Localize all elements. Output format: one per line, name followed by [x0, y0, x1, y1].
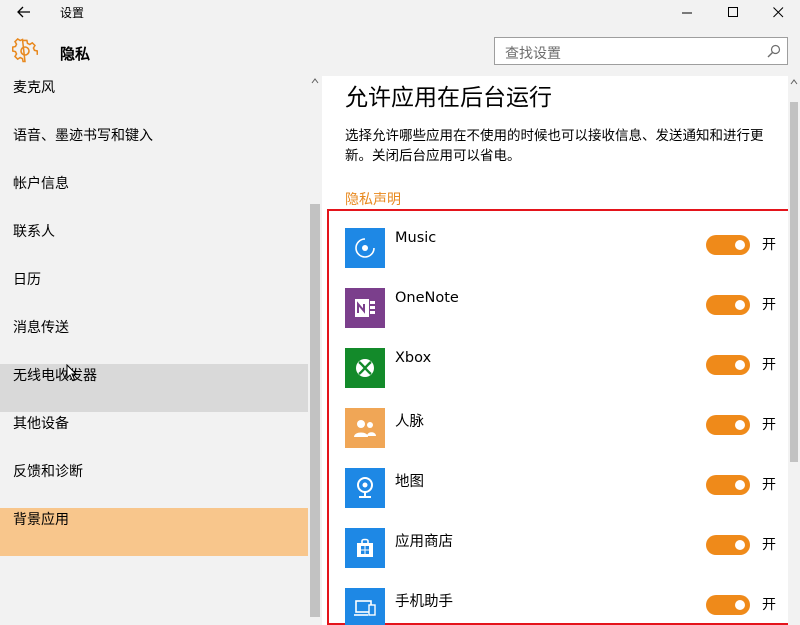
toggle-state-label: 开: [762, 417, 776, 433]
section-description: 选择允许哪些应用在不使用的时候也可以接收信息、发送通知和进行更新。关闭后台应用可…: [345, 128, 764, 164]
scroll-up-arrow-icon[interactable]: [311, 77, 319, 85]
store-icon: [345, 528, 385, 568]
toggle-state-label: 开: [762, 297, 776, 313]
app-row-music: Music 开: [345, 228, 785, 288]
section-heading: 允许应用在后台运行: [345, 85, 552, 111]
sidebar-scrollbar-thumb[interactable]: [310, 204, 320, 617]
sidebar-item-label: 联系人: [13, 224, 55, 240]
sidebar-item-label: 消息传送: [13, 320, 69, 336]
app-name: Xbox: [395, 350, 432, 366]
mouse-cursor-icon: [66, 364, 78, 382]
toggle-state-label: 开: [762, 477, 776, 493]
privacy-statement-link[interactable]: 隐私声明: [345, 189, 401, 209]
toggle-state-label: 开: [762, 237, 776, 253]
phone-companion-icon: [345, 588, 385, 625]
sidebar-item-account-info[interactable]: 帐户信息: [0, 172, 308, 220]
sidebar-item-label: 背景应用: [13, 512, 69, 528]
app-row-people: 人脉 开: [345, 408, 785, 468]
maps-icon: [345, 468, 385, 508]
toggle-state-label: 开: [762, 597, 776, 613]
search-input[interactable]: 查找设置: [494, 37, 788, 65]
close-icon: [772, 6, 783, 17]
main-content: 允许应用在后台运行 选择允许哪些应用在不使用的时候也可以接收信息、发送通知和进行…: [322, 76, 800, 625]
sidebar-item-speech-inking-typing[interactable]: 语音、墨迹书写和键入: [0, 124, 308, 172]
scroll-up-arrow-icon[interactable]: [790, 78, 798, 86]
toggle-knob: [735, 600, 745, 610]
sidebar-item-background-apps[interactable]: 背景应用: [0, 508, 308, 556]
app-name: Music: [395, 230, 437, 246]
main-scrollbar[interactable]: [788, 76, 800, 625]
settings-header: 隐私 查找设置: [0, 24, 800, 76]
app-name: 人脉: [395, 414, 424, 430]
sidebar-item-label: 语音、墨迹书写和键入: [13, 128, 153, 144]
sidebar-item-microphone[interactable]: 麦克风: [0, 76, 308, 124]
store-background-toggle[interactable]: [706, 535, 750, 555]
sidebar-item-feedback-diagnostics[interactable]: 反馈和诊断: [0, 460, 308, 508]
app-name: 应用商店: [395, 534, 453, 550]
sidebar-item-label: 反馈和诊断: [13, 464, 83, 480]
sidebar-item-label: 麦克风: [13, 80, 55, 96]
xbox-icon: [345, 348, 385, 388]
app-row-store: 应用商店 开: [345, 528, 785, 588]
sidebar-item-messaging[interactable]: 消息传送: [0, 316, 308, 364]
sidebar: 麦克风 语音、墨迹书写和键入 帐户信息 联系人 日历 消息传送 无线电收发器 其…: [0, 76, 322, 625]
toggle-knob: [735, 300, 745, 310]
people-background-toggle[interactable]: [706, 415, 750, 435]
sidebar-item-other-devices[interactable]: 其他设备: [0, 412, 308, 460]
search-placeholder: 查找设置: [505, 46, 561, 62]
sidebar-item-label: 日历: [13, 272, 41, 288]
toggle-state-label: 开: [762, 537, 776, 553]
window-title: 设置: [60, 6, 85, 20]
back-arrow-icon: [17, 6, 30, 18]
sidebar-item-label: 无线电收发器: [13, 368, 97, 384]
minimize-icon: [681, 12, 692, 13]
sidebar-item-radios[interactable]: 无线电收发器: [0, 364, 308, 412]
sidebar-scrollbar[interactable]: [308, 76, 322, 625]
page-title: 隐私: [60, 45, 91, 63]
maximize-icon: [727, 6, 738, 17]
gear-icon: [12, 38, 38, 63]
toggle-knob: [735, 360, 745, 370]
main-scrollbar-thumb[interactable]: [790, 102, 798, 462]
app-row-maps: 地图 开: [345, 468, 785, 528]
toggle-knob: [735, 420, 745, 430]
toggle-knob: [735, 540, 745, 550]
sidebar-item-label: 其他设备: [13, 416, 69, 432]
onenote-icon: [345, 288, 385, 328]
music-background-toggle[interactable]: [706, 235, 750, 255]
app-name: 地图: [395, 474, 424, 490]
close-button[interactable]: [755, 0, 800, 24]
search-icon[interactable]: [767, 44, 781, 58]
minimize-button[interactable]: [664, 0, 710, 24]
sidebar-item-calendar[interactable]: 日历: [0, 268, 308, 316]
onenote-background-toggle[interactable]: [706, 295, 750, 315]
maximize-button[interactable]: [710, 0, 756, 24]
people-icon: [345, 408, 385, 448]
toggle-state-label: 开: [762, 357, 776, 373]
app-name: 手机助手: [395, 594, 453, 610]
xbox-background-toggle[interactable]: [706, 355, 750, 375]
music-icon: [345, 228, 385, 268]
sidebar-item-contacts[interactable]: 联系人: [0, 220, 308, 268]
sidebar-item-label: 帐户信息: [13, 176, 69, 192]
maps-background-toggle[interactable]: [706, 475, 750, 495]
app-row-phone-companion: 手机助手 开: [345, 588, 785, 625]
toggle-knob: [735, 240, 745, 250]
back-button[interactable]: [8, 0, 40, 24]
app-row-xbox: Xbox 开: [345, 348, 785, 408]
title-bar: 设置: [0, 0, 800, 24]
app-row-onenote: OneNote 开: [345, 288, 785, 348]
phone-companion-background-toggle[interactable]: [706, 595, 750, 615]
toggle-knob: [735, 480, 745, 490]
app-name: OneNote: [395, 290, 459, 306]
